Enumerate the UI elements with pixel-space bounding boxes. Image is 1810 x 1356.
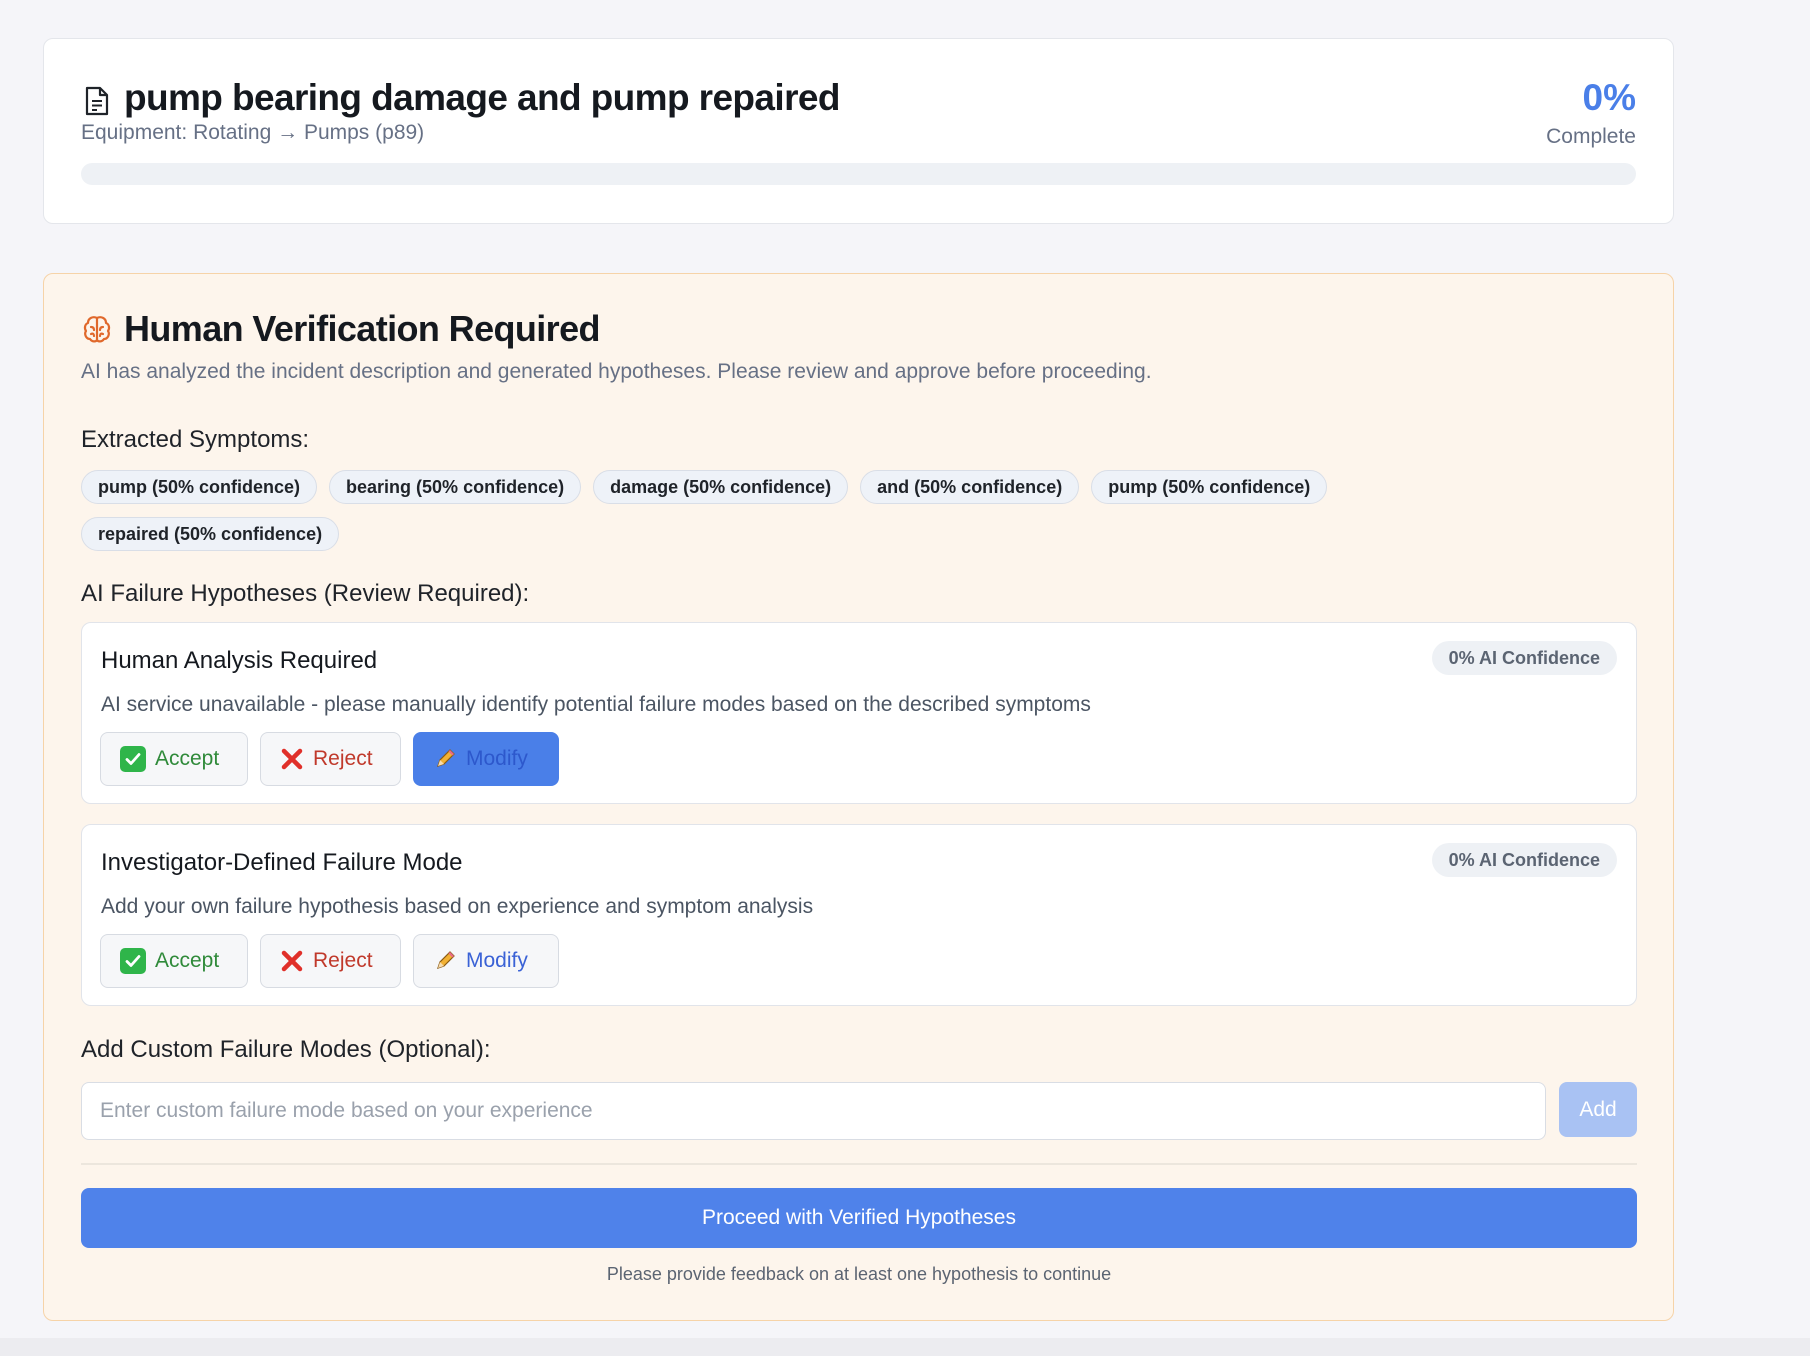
verification-title: Human Verification Required [124,308,601,349]
symptom-chip: pump (50% confidence) [1091,470,1328,504]
reject-button[interactable]: Reject [260,732,401,786]
pencil-icon [433,949,457,973]
modify-button[interactable]: Modify [413,732,559,786]
hypothesis-card: Investigator-Defined Failure Mode 0% AI … [81,824,1637,1006]
accept-label: Accept [155,747,220,770]
symptom-chip: and (50% confidence) [860,470,1080,504]
symptom-chip: repaired (50% confidence) [81,517,340,551]
hypothesis-description: Add your own failure hypothesis based on… [101,895,814,918]
proceed-hint: Please provide feedback on at least one … [606,1264,1112,1284]
hypothesis-card: Human Analysis Required 0% AI Confidence… [81,622,1637,804]
hypothesis-title: Human Analysis Required [101,647,378,674]
check-mark-icon [120,746,146,772]
confidence-badge: 0% AI Confidence [1431,641,1617,675]
brain-icon [83,316,111,343]
hypotheses-label: AI Failure Hypotheses (Review Required): [81,580,530,607]
check-mark-icon [120,948,146,974]
hypothesis-title: Investigator-Defined Failure Mode [101,849,463,876]
add-custom-mode-button[interactable]: Add [1559,1082,1637,1137]
custom-failure-modes-label: Add Custom Failure Modes (Optional): [81,1036,491,1063]
cross-mark-icon [280,949,304,973]
hypothesis-actions: Accept Reject Modify [100,934,559,988]
symptom-chip: bearing (50% confidence) [329,470,582,504]
accept-button[interactable]: Accept [100,732,248,786]
accept-button[interactable]: Accept [100,934,248,988]
reject-button[interactable]: Reject [260,934,401,988]
divider [81,1163,1637,1165]
human-verification-panel: Human Verification Required AI has analy… [43,273,1674,1321]
proceed-button[interactable]: Proceed with Verified Hypotheses [81,1188,1637,1248]
symptom-chip: pump (50% confidence) [81,470,318,504]
modify-label: Modify [466,949,528,972]
symptoms-label: Extracted Symptoms: [81,426,310,453]
pencil-icon [433,747,457,771]
reject-label: Reject [313,747,373,770]
custom-failure-mode-input[interactable] [81,1082,1546,1140]
symptom-chip-list: pump (50% confidence) bearing (50% confi… [81,470,1481,551]
accept-label: Accept [155,949,220,972]
progress-bar [81,163,1636,185]
confidence-badge: 0% AI Confidence [1431,843,1617,877]
progress-percent: 0% [1582,77,1636,118]
incident-title: pump bearing damage and pump repaired [124,77,840,118]
incident-header-card: pump bearing damage and pump repaired Eq… [43,38,1674,224]
hypothesis-description: AI service unavailable - please manually… [101,693,1091,716]
equipment-path: Equipment: Rotating → Pumps (p89) [81,121,425,144]
cross-mark-icon [280,747,304,771]
page-bottom-edge [0,1338,1810,1356]
symptom-chip: damage (50% confidence) [593,470,849,504]
modify-label: Modify [466,747,528,770]
modify-button[interactable]: Modify [413,934,559,988]
reject-label: Reject [313,949,373,972]
verification-subtitle: AI has analyzed the incident description… [81,360,1152,383]
progress-label: Complete [1546,125,1636,148]
hypothesis-actions: Accept Reject Modify [100,732,559,786]
document-icon [85,86,109,116]
